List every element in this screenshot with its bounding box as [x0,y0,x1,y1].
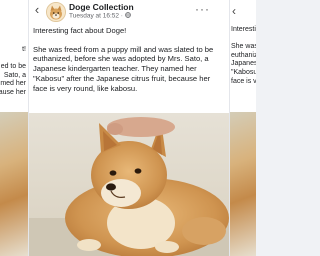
right-ghost-photo [228,112,256,256]
left-ghost-panel: t! ed to be Sato, a med her ecause her [0,0,28,256]
ghost-line: face is ver [231,77,256,85]
ghost-line: Japanese [231,60,256,68]
right-ghost-panel: ‹ Interesting She was fr euthanized Japa… [228,0,256,256]
doge-photo[interactable] [29,113,229,256]
globe-icon [124,12,131,18]
left-ghost-text: t! ed to be Sato, a med her ecause her [0,46,26,98]
ghost-line: Interesting [231,26,256,33]
ghost-line [231,35,256,44]
ghost-line [0,55,26,64]
timestamp-text: Tuesday at 16:52 · [69,12,125,20]
ghost-line: euthanized [231,51,256,59]
post-body: Interesting fact about Doge! She was fre… [33,26,225,102]
post-timestamp[interactable]: Tuesday at 16:52 · [69,12,131,20]
chevron-left-icon: ‹ [232,4,236,18]
right-ghost-text: Interesting She was fr euthanized Japane… [231,26,256,86]
doge-avatar-icon[interactable] [46,2,66,22]
post-paragraph: She was freed from a puppy mill and was … [33,44,214,93]
ghost-line: Sato, a [3,71,26,79]
post-card: ‹ Doge Collection Tuesday at 16:52 · ···… [28,0,230,256]
more-options-button[interactable]: ··· [195,2,210,16]
ghost-line: med her [0,80,26,88]
ghost-line: ecause her [0,88,26,96]
ghost-line: t! [22,46,26,53]
chevron-left-icon[interactable]: ‹ [32,3,42,17]
page-name[interactable]: Doge Collection [69,2,134,12]
left-ghost-photo [0,112,28,256]
post-intro: Interesting fact about Doge! [33,26,127,35]
post-header: ‹ Doge Collection Tuesday at 16:52 · ··· [29,0,229,24]
ghost-line: ed to be [0,63,26,71]
ghost-line: "Kabosu" a [231,68,256,76]
ghost-line: She was fr [231,43,256,51]
